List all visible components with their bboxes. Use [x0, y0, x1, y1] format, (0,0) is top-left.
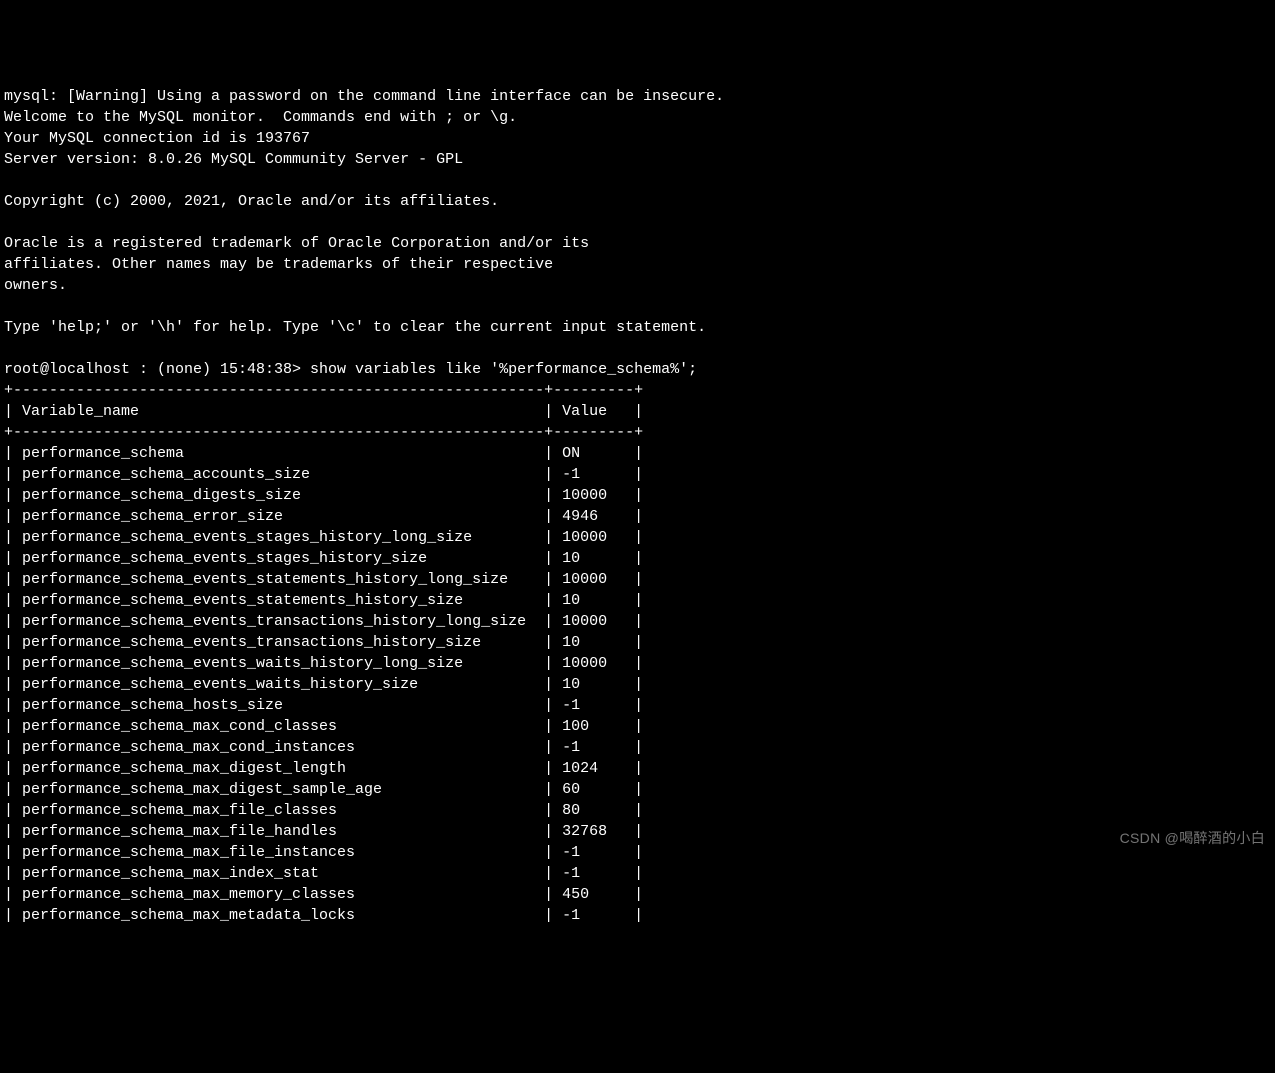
watermark-text: CSDN @喝醉酒的小白 — [1120, 829, 1265, 849]
mysql-prompt-line: root@localhost : (none) 15:48:38> show v… — [4, 361, 697, 378]
terminal-output[interactable]: mysql: [Warning] Using a password on the… — [4, 86, 1271, 926]
mysql-welcome-text: mysql: [Warning] Using a password on the… — [4, 88, 724, 336]
variables-table: +---------------------------------------… — [4, 382, 643, 924]
